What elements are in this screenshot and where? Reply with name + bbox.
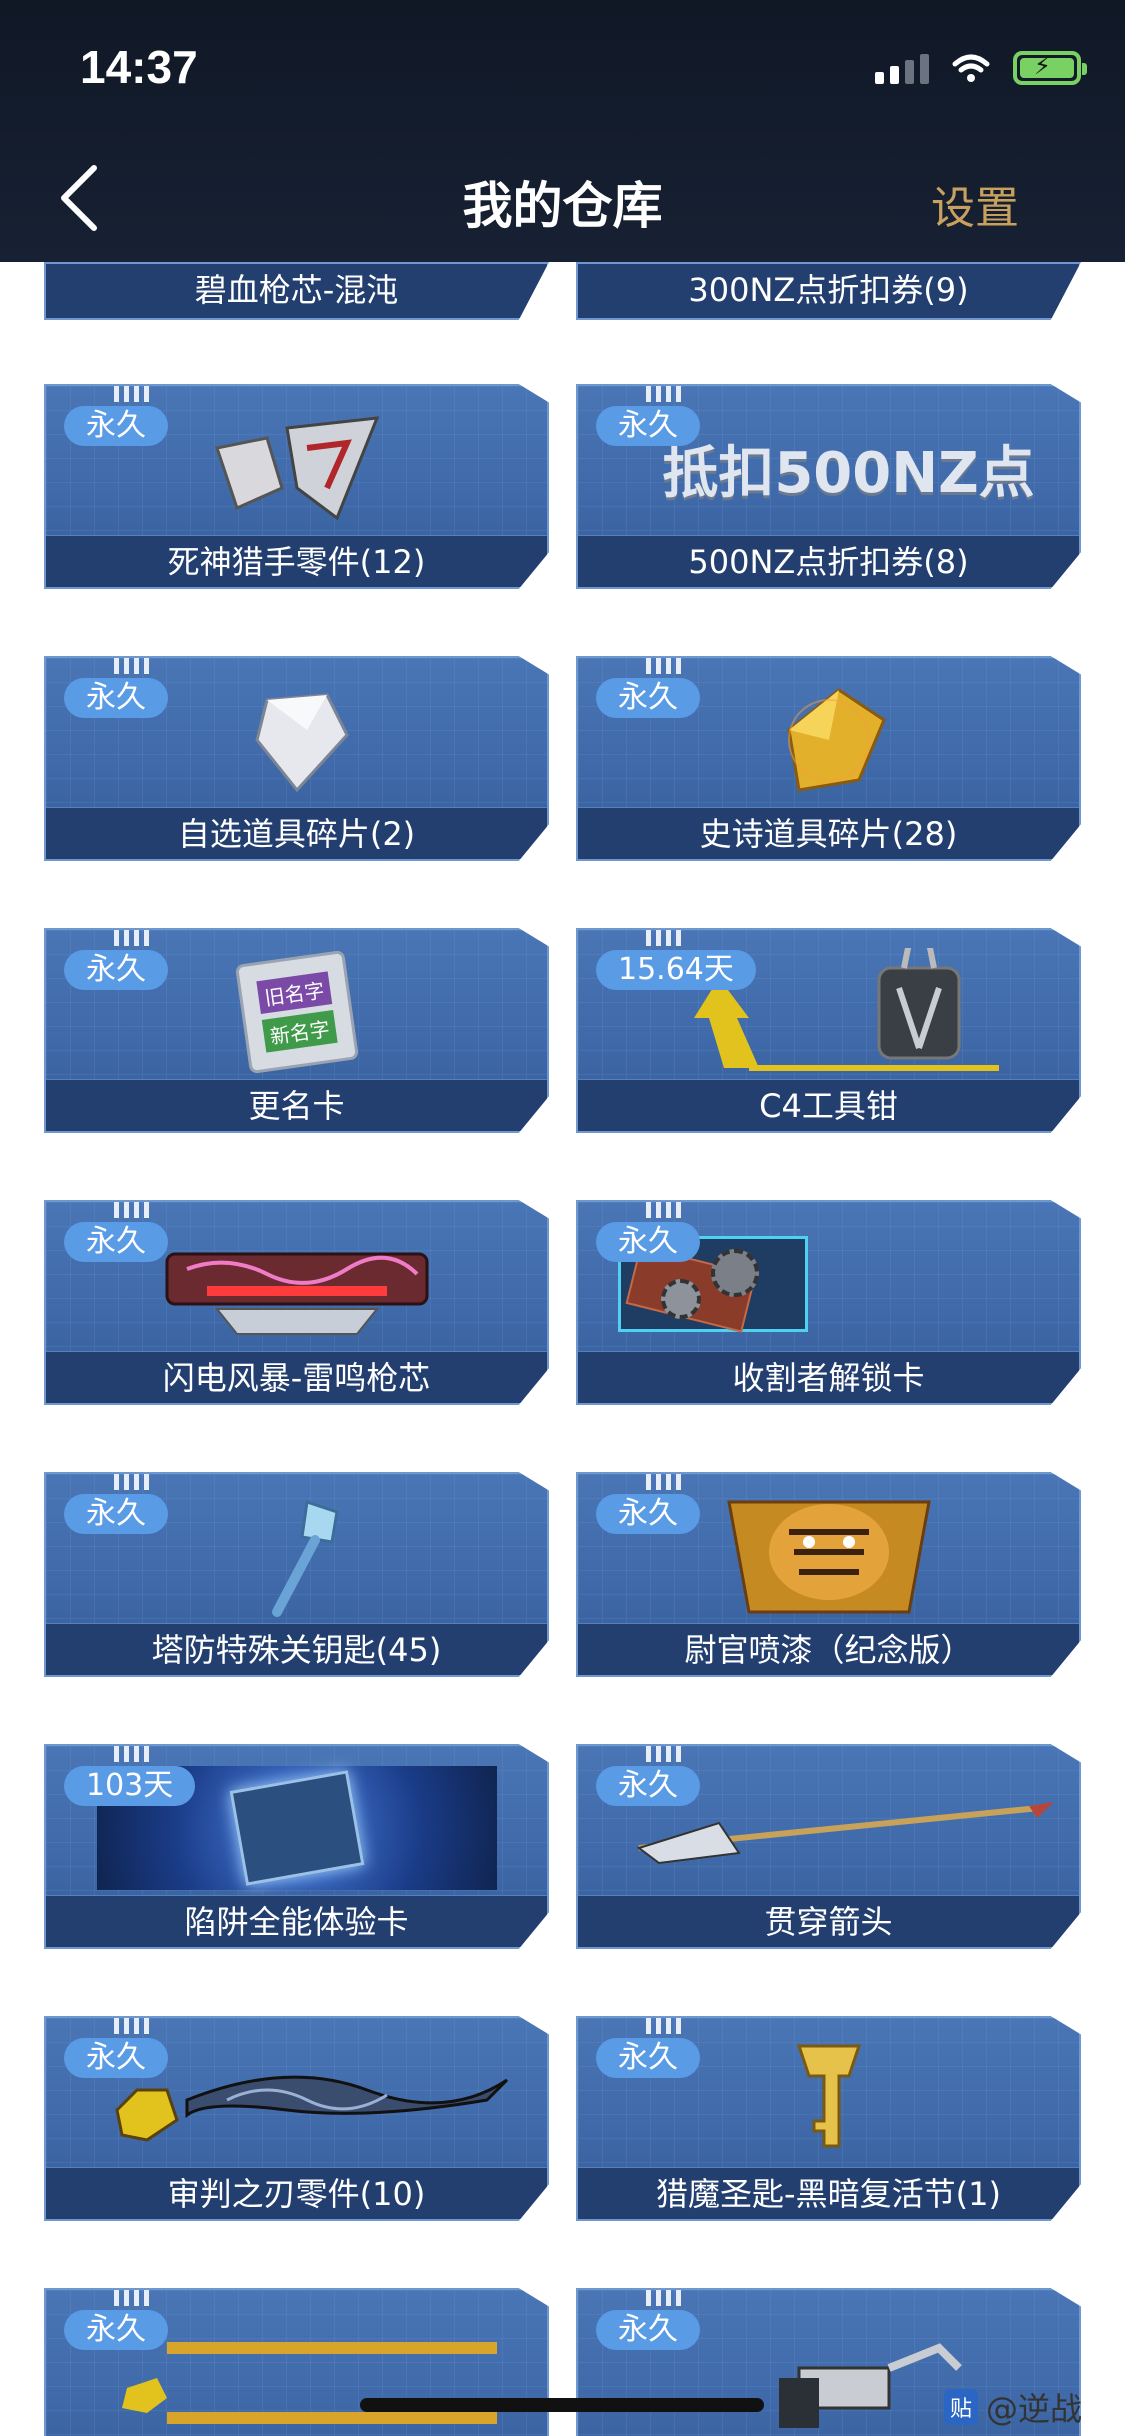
card-notch bbox=[646, 658, 681, 674]
card-notch bbox=[646, 2290, 681, 2306]
item-name: 史诗道具碎片(28) bbox=[578, 807, 1079, 859]
rename-old-text: 旧名字 bbox=[255, 971, 332, 1015]
item-name: 贯穿箭头 bbox=[578, 1895, 1079, 1947]
item-name: 尉官喷漆（纪念版） bbox=[578, 1623, 1079, 1675]
item-name: C4工具钳 bbox=[578, 1079, 1079, 1131]
card-notch bbox=[646, 1202, 681, 1218]
item-name: 塔防特殊关钥匙(45) bbox=[46, 1623, 547, 1675]
item-card[interactable]: 永久 塔防特殊关钥匙(45) bbox=[44, 1472, 549, 1677]
duration-badge: 永久 bbox=[596, 1766, 700, 1806]
card-notch bbox=[114, 658, 149, 674]
item-card[interactable]: 永久 贯穿箭头 bbox=[576, 1744, 1081, 1949]
duration-badge: 永久 bbox=[64, 1494, 168, 1534]
card-notch bbox=[646, 386, 681, 402]
item-name: 更名卡 bbox=[46, 1079, 547, 1131]
item-card[interactable]: 永久 审判之刃零件(10) bbox=[44, 2016, 549, 2221]
battery-icon: ⚡ bbox=[1013, 51, 1087, 85]
watermark-text: @逆战 bbox=[986, 2390, 1083, 2428]
card-notch bbox=[646, 930, 681, 946]
card-notch bbox=[646, 1746, 681, 1762]
duration-badge: 永久 bbox=[596, 1494, 700, 1534]
item-name: 猎魔圣匙-黑暗复活节(1) bbox=[578, 2167, 1079, 2219]
item-card[interactable]: 永久 死神猎手零件(12) bbox=[44, 384, 549, 589]
duration-badge: 永久 bbox=[596, 2310, 700, 2350]
home-indicator[interactable] bbox=[360, 2398, 764, 2412]
card-notch bbox=[114, 2290, 149, 2306]
watermark-badge: 贴 bbox=[944, 2389, 979, 2425]
duration-badge: 永久 bbox=[64, 2310, 168, 2350]
item-name: 300NZ点折扣券(9) bbox=[578, 264, 1079, 318]
item-name: 收割者解锁卡 bbox=[578, 1351, 1079, 1403]
wifi-icon bbox=[952, 54, 990, 82]
coupon-art-text: 抵扣500NZ点 bbox=[662, 440, 1035, 506]
item-name: 碧血枪芯-混沌 bbox=[46, 264, 547, 318]
duration-badge: 永久 bbox=[64, 950, 168, 990]
item-card[interactable]: 永久 闪电风暴-雷鸣枪芯 bbox=[44, 1200, 549, 1405]
card-notch bbox=[114, 2018, 149, 2034]
item-card[interactable]: 300NZ点折扣券(9) bbox=[576, 262, 1081, 320]
item-card[interactable]: 103天 陷阱全能体验卡 bbox=[44, 1744, 549, 1949]
card-notch bbox=[114, 930, 149, 946]
card-notch bbox=[114, 386, 149, 402]
signal-icon bbox=[875, 52, 929, 84]
duration-badge: 永久 bbox=[64, 2038, 168, 2078]
duration-badge: 永久 bbox=[596, 406, 700, 446]
watermark: 贴 @逆战 bbox=[944, 2384, 1082, 2430]
duration-badge: 永久 bbox=[64, 1222, 168, 1262]
item-name: 陷阱全能体验卡 bbox=[46, 1895, 547, 1947]
card-notch bbox=[114, 1746, 149, 1762]
duration-badge: 永久 bbox=[64, 406, 168, 446]
item-card[interactable]: 永久 尉官喷漆（纪念版） bbox=[576, 1472, 1081, 1677]
status-time: 14:37 bbox=[80, 41, 198, 93]
item-card[interactable]: 永久 史诗道具碎片(28) bbox=[576, 656, 1081, 861]
card-notch bbox=[114, 1202, 149, 1218]
item-name: 审判之刃零件(10) bbox=[46, 2167, 547, 2219]
warehouse-grid: 碧血枪芯-混沌 300NZ点折扣券(9) 永久 死神猎手零件(12) 抵扣500… bbox=[0, 0, 1125, 2436]
item-card[interactable]: 旧名字 新名字 永久 更名卡 bbox=[44, 928, 549, 1133]
item-name: 闪电风暴-雷鸣枪芯 bbox=[46, 1351, 547, 1403]
rename-new-text: 新名字 bbox=[261, 1009, 338, 1053]
item-card[interactable]: 永久 猎魔圣匙-黑暗复活节(1) bbox=[576, 2016, 1081, 2221]
duration-badge: 永久 bbox=[64, 678, 168, 718]
item-card[interactable]: 抵扣500NZ点 永久 500NZ点折扣券(8) bbox=[576, 384, 1081, 589]
item-name: 死神猎手零件(12) bbox=[46, 535, 547, 587]
duration-badge: 永久 bbox=[596, 2038, 700, 2078]
card-notch bbox=[114, 1474, 149, 1490]
duration-badge: 103天 bbox=[64, 1766, 196, 1806]
item-card[interactable]: 永久 bbox=[44, 2288, 549, 2436]
duration-badge: 永久 bbox=[596, 678, 700, 718]
item-card[interactable]: 永久 自选道具碎片(2) bbox=[44, 656, 549, 861]
item-card[interactable]: 永久 收割者解锁卡 bbox=[576, 1200, 1081, 1405]
settings-button[interactable]: 设置 bbox=[931, 172, 1019, 236]
item-card[interactable]: 碧血枪芯-混沌 bbox=[44, 262, 549, 320]
item-name: 自选道具碎片(2) bbox=[46, 807, 547, 859]
card-notch bbox=[646, 2018, 681, 2034]
top-bar: 14:37 ⚡ 我的仓库 设置 bbox=[0, 0, 1125, 262]
item-card[interactable]: 15.64天 C4工具钳 bbox=[576, 928, 1081, 1133]
card-notch bbox=[646, 1474, 681, 1490]
item-name: 500NZ点折扣券(8) bbox=[578, 535, 1079, 587]
status-icons: ⚡ bbox=[875, 48, 1087, 88]
duration-badge: 永久 bbox=[596, 1222, 700, 1262]
duration-badge: 15.64天 bbox=[596, 950, 756, 990]
